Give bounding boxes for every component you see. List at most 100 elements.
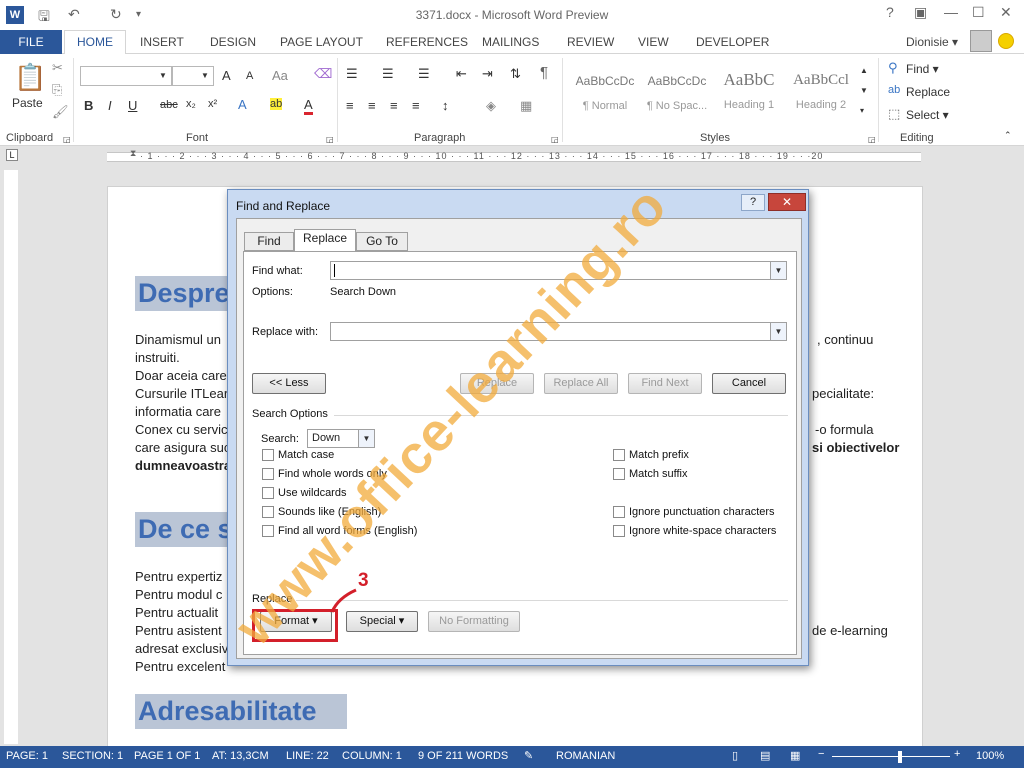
special-button[interactable]: Special ▾ [346,611,418,632]
cancel-button[interactable]: Cancel [712,373,786,394]
help-icon[interactable]: ? [886,4,894,20]
horizontal-ruler[interactable]: L · 1 · · · 2 · · · 3 · · · 4 · · · 5 · … [0,146,1024,166]
web-layout-icon[interactable]: ▦ [790,749,800,762]
search-direction-select[interactable]: Down ▼ [307,429,375,448]
show-marks-icon[interactable]: ¶ [540,64,548,81]
copy-icon[interactable]: ⎘ [52,82,62,98]
ignore-punctuation-checkbox[interactable] [613,506,625,518]
align-right-icon[interactable]: ≡ [390,98,398,113]
shrink-font-button[interactable]: A [246,70,253,82]
styles-scroll-down-icon[interactable]: ▼ [860,86,868,95]
cut-icon[interactable]: ✂ [52,60,63,76]
bullets-icon[interactable]: ☰ [346,66,358,82]
italic-button[interactable]: I [108,98,112,113]
zoom-slider-thumb[interactable] [898,751,902,763]
match-prefix-checkbox[interactable] [613,449,625,461]
avatar[interactable] [970,30,992,52]
wildcards-checkbox[interactable] [262,487,274,499]
sort-icon[interactable]: ⇅ [510,66,521,82]
increase-indent-icon[interactable]: ⇥ [482,66,493,82]
styles-more-icon[interactable]: ▾ [860,106,864,115]
styles-launcher-icon[interactable]: ◲ [868,135,876,144]
status-section[interactable]: SECTION: 1 [62,750,123,762]
font-size-combo[interactable]: ▼ [172,66,214,86]
tab-find[interactable]: Find [244,232,294,251]
change-case-button[interactable]: Aa [272,68,288,83]
proofing-icon[interactable]: ✎ [524,749,533,762]
style-heading-1[interactable]: AaBbC Heading 1 [714,64,784,124]
tab-view[interactable]: VIEW [638,35,669,49]
select-icon[interactable]: ⬚ [888,106,900,122]
status-column[interactable]: COLUMN: 1 [342,750,402,762]
tab-selector-icon[interactable]: L [6,149,18,161]
style-normal[interactable]: AaBbCcDc ¶ Normal [570,64,640,124]
shading-icon[interactable]: ◈ [486,98,496,114]
numbering-icon[interactable]: ☰ [382,66,394,82]
align-center-icon[interactable]: ≡ [368,98,376,113]
no-formatting-button[interactable]: No Formatting [428,611,520,632]
tab-developer[interactable]: DEVELOPER [696,35,769,49]
indent-marker-icon[interactable]: ⧗ [130,148,136,159]
word-forms-checkbox[interactable] [262,525,274,537]
find-button[interactable]: Find ▾ [906,62,939,76]
tab-replace[interactable]: Replace [294,229,356,252]
status-zoom[interactable]: 100% [976,750,1004,762]
ignore-whitespace-checkbox[interactable] [613,525,625,537]
replace-button[interactable]: Replace [906,85,950,99]
find-what-dropdown-icon[interactable]: ▼ [770,262,786,279]
justify-icon[interactable]: ≡ [412,98,420,113]
ribbon-display-icon[interactable]: ▣ [914,4,927,21]
subscript-button[interactable]: x₂ [186,98,196,110]
status-page-of[interactable]: PAGE 1 OF 1 [134,750,200,762]
status-word-count[interactable]: 9 OF 211 WORDS [418,750,508,762]
grow-font-button[interactable]: A [222,68,231,83]
select-button[interactable]: Select ▾ [906,108,949,122]
replace-with-input[interactable]: ▼ [330,322,787,341]
tab-mailings[interactable]: MAILINGS [482,35,539,49]
paragraph-launcher-icon[interactable]: ◲ [551,135,559,144]
style-no-spacing[interactable]: AaBbCcDc ¶ No Spac... [642,64,712,124]
tab-insert[interactable]: INSERT [140,35,184,49]
replace-icon[interactable]: ab [888,84,900,96]
strikethrough-button[interactable]: abc [160,99,178,111]
tab-page-layout[interactable]: PAGE LAYOUT [280,35,363,49]
find-next-button[interactable]: Find Next [628,373,702,394]
less-button[interactable]: << Less [252,373,326,394]
line-spacing-icon[interactable]: ↕ [442,98,449,113]
clipboard-launcher-icon[interactable]: ◲ [63,135,71,144]
tab-references[interactable]: REFERENCES [386,35,468,49]
status-page[interactable]: PAGE: 1 [6,750,48,762]
borders-icon[interactable]: ▦ [520,98,532,114]
bold-button[interactable]: B [84,98,93,113]
dialog-close-button[interactable]: ✕ [768,193,806,211]
paste-button[interactable]: Paste [12,96,43,110]
status-line[interactable]: LINE: 22 [286,750,329,762]
tab-design[interactable]: DESIGN [210,35,256,49]
feedback-smiley-icon[interactable] [998,33,1014,49]
maximize-icon[interactable]: ☐ [972,4,985,21]
decrease-indent-icon[interactable]: ⇤ [456,66,467,82]
replace-with-dropdown-icon[interactable]: ▼ [770,323,786,340]
tab-home[interactable]: HOME [64,30,126,55]
print-layout-icon[interactable]: ▤ [760,749,770,762]
tab-review[interactable]: REVIEW [567,35,614,49]
font-name-combo[interactable]: ▼ [80,66,172,86]
user-account[interactable]: Dionisie ▾ [906,35,958,49]
replace-button[interactable]: Replace [460,373,534,394]
styles-scroll-up-icon[interactable]: ▲ [860,66,868,75]
clear-formatting-icon[interactable]: ⌫ [314,66,332,82]
paste-icon[interactable]: 📋 [14,62,46,93]
text-effects-button[interactable]: A [238,97,247,112]
status-language[interactable]: ROMANIAN [556,750,615,762]
zoom-slider-track[interactable] [832,756,950,757]
tab-file[interactable]: FILE [0,30,62,54]
find-what-input[interactable]: ▼ [330,261,787,280]
zoom-out-icon[interactable]: − [818,748,824,760]
align-left-icon[interactable]: ≡ [346,98,354,113]
collapse-ribbon-icon[interactable]: ⌃ [1004,130,1012,141]
whole-words-checkbox[interactable] [262,468,274,480]
search-direction-dropdown-icon[interactable]: ▼ [358,430,374,447]
style-heading-2[interactable]: AaBbCcl Heading 2 [786,64,856,124]
font-launcher-icon[interactable]: ◲ [326,135,334,144]
find-icon[interactable]: ⚲ [888,60,898,76]
